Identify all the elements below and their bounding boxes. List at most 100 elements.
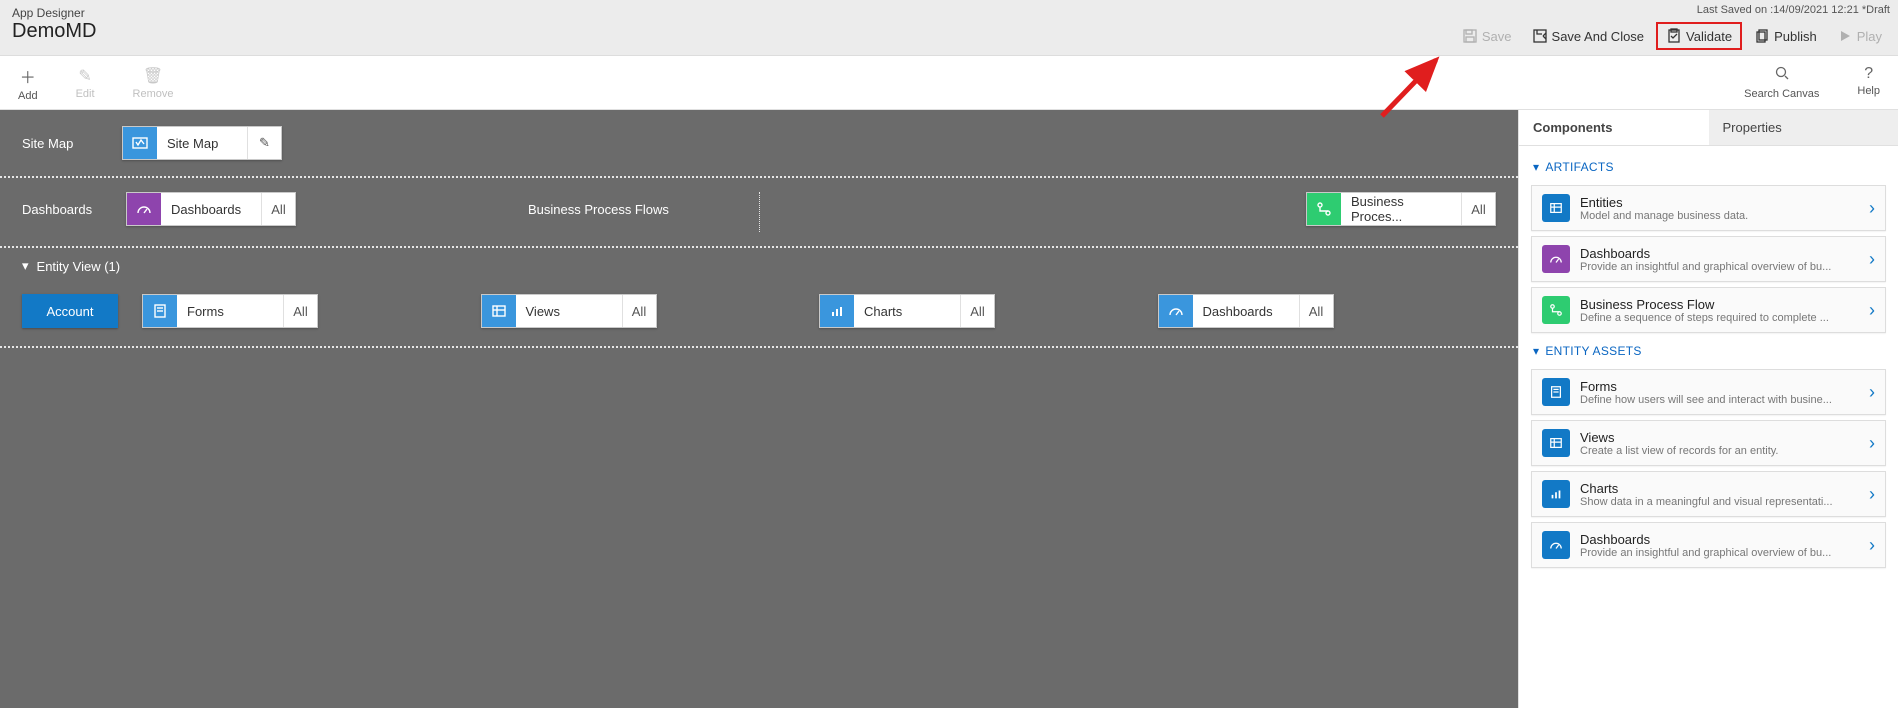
component-item[interactable]: DashboardsProvide an insightful and grap… [1531, 522, 1886, 568]
entity-forms-label: Forms [177, 295, 283, 327]
chevron-down-icon: ▾ [22, 258, 29, 274]
component-title: Entities [1580, 195, 1859, 210]
flow-icon [1307, 193, 1341, 225]
sitemap-edit-icon[interactable]: ✎ [247, 127, 281, 159]
component-desc: Provide an insightful and graphical over… [1580, 261, 1846, 273]
chevron-right-icon: › [1869, 300, 1875, 321]
components-body: ▾ ARTIFACTS EntitiesModel and manage bus… [1519, 146, 1898, 581]
component-item[interactable]: FormsDefine how users will see and inter… [1531, 369, 1886, 415]
component-title: Views [1580, 430, 1859, 445]
component-text: ChartsShow data in a meaningful and visu… [1580, 481, 1859, 508]
entity-charts-card[interactable]: Charts All [819, 294, 995, 328]
gauge-icon [1159, 295, 1193, 327]
validate-icon [1666, 28, 1682, 44]
gauge-icon [127, 193, 161, 225]
entity-views-label: Views [516, 295, 622, 327]
search-label: Search Canvas [1744, 88, 1819, 100]
component-desc: Model and manage business data. [1580, 210, 1846, 222]
dashboards-card[interactable]: Dashboards All [126, 192, 296, 226]
validate-button[interactable]: Validate [1658, 24, 1740, 48]
dashboards-count[interactable]: All [261, 193, 295, 225]
help-button[interactable]: ? Help [1851, 61, 1886, 104]
entity-forms-count[interactable]: All [283, 295, 317, 327]
assets-list: FormsDefine how users will see and inter… [1531, 369, 1886, 568]
edit-label: Edit [76, 88, 95, 100]
header-buttons: Save Save And Close Validate Publish [1454, 22, 1890, 50]
tab-properties[interactable]: Properties [1709, 110, 1898, 145]
search-icon [1774, 65, 1790, 86]
component-desc: Define how users will see and interact w… [1580, 394, 1846, 406]
artifacts-header[interactable]: ▾ ARTIFACTS [1531, 154, 1886, 180]
sitemap-section: Site Map Site Map ✎ [0, 110, 1518, 176]
chevron-down-icon: ▾ [1533, 344, 1539, 358]
pencil-icon: ✎ [78, 66, 91, 86]
last-saved-label: Last Saved on :14/09/2021 12:21 *Draft [1697, 4, 1890, 16]
chevron-right-icon: › [1869, 249, 1875, 270]
bpf-label: Business Process Flows [528, 202, 688, 217]
bpf-card[interactable]: Business Proces... All [1306, 192, 1496, 226]
publish-label: Publish [1774, 29, 1817, 44]
section-divider [759, 192, 760, 232]
add-button[interactable]: ＋ Add [12, 60, 44, 106]
canvas: Site Map Site Map ✎ Dashboards [0, 110, 1518, 708]
search-canvas-button[interactable]: Search Canvas [1738, 61, 1825, 104]
help-icon: ? [1864, 65, 1873, 83]
sitemap-icon [123, 127, 157, 159]
entity-views-count[interactable]: All [622, 295, 656, 327]
dashboards-section: Dashboards Dashboards All Business Proce… [0, 176, 1518, 246]
entity-dashboards-count[interactable]: All [1299, 295, 1333, 327]
artifacts-title: ARTIFACTS [1545, 160, 1614, 174]
component-item[interactable]: ViewsCreate a list view of records for a… [1531, 420, 1886, 466]
flow-icon [1542, 296, 1570, 324]
entity-forms-card[interactable]: Forms All [142, 294, 318, 328]
form-icon [1542, 378, 1570, 406]
main-area: Site Map Site Map ✎ Dashboards [0, 110, 1898, 708]
entity-charts-count[interactable]: All [960, 295, 994, 327]
component-text: DashboardsProvide an insightful and grap… [1580, 246, 1859, 273]
dashboards-label: Dashboards [22, 202, 112, 217]
chevron-right-icon: › [1869, 484, 1875, 505]
add-label: Add [18, 90, 38, 102]
save-icon [1462, 28, 1478, 44]
entity-charts-label: Charts [854, 295, 960, 327]
save-button[interactable]: Save [1454, 24, 1520, 48]
assets-title: ENTITY ASSETS [1545, 344, 1641, 358]
sitemap-label: Site Map [22, 136, 112, 151]
chevron-right-icon: › [1869, 382, 1875, 403]
dashboards-text: Dashboards [161, 193, 261, 225]
component-desc: Show data in a meaningful and visual rep… [1580, 496, 1846, 508]
component-item[interactable]: DashboardsProvide an insightful and grap… [1531, 236, 1886, 282]
entity-view-header[interactable]: ▾ Entity View (1) [0, 248, 1518, 284]
component-item[interactable]: ChartsShow data in a meaningful and visu… [1531, 471, 1886, 517]
remove-button[interactable]: 🗑 Remove [127, 62, 180, 104]
play-label: Play [1857, 29, 1882, 44]
publish-button[interactable]: Publish [1746, 24, 1825, 48]
component-item[interactable]: EntitiesModel and manage business data. › [1531, 185, 1886, 231]
bpf-count[interactable]: All [1461, 193, 1495, 225]
entity-account-button[interactable]: Account [22, 294, 118, 328]
chevron-right-icon: › [1869, 433, 1875, 454]
form-icon [143, 295, 177, 327]
component-text: EntitiesModel and manage business data. [1580, 195, 1859, 222]
play-button[interactable]: Play [1829, 24, 1890, 48]
entity-views-card[interactable]: Views All [481, 294, 657, 328]
entity-dashboards-card[interactable]: Dashboards All [1158, 294, 1334, 328]
gauge-icon [1542, 245, 1570, 273]
sitemap-text: Site Map [157, 127, 247, 159]
tab-components[interactable]: Components [1519, 110, 1709, 145]
sitemap-card[interactable]: Site Map ✎ [122, 126, 282, 160]
help-label: Help [1857, 85, 1880, 97]
app-header: App Designer DemoMD Last Saved on :14/09… [0, 0, 1898, 56]
chevron-right-icon: › [1869, 198, 1875, 219]
artifacts-list: EntitiesModel and manage business data. ›… [1531, 185, 1886, 333]
component-title: Charts [1580, 481, 1859, 496]
assets-header[interactable]: ▾ ENTITY ASSETS [1531, 338, 1886, 364]
edit-button[interactable]: ✎ Edit [70, 62, 101, 104]
save-label: Save [1482, 29, 1512, 44]
component-item[interactable]: Business Process FlowDefine a sequence o… [1531, 287, 1886, 333]
play-icon [1837, 28, 1853, 44]
save-close-icon [1532, 28, 1548, 44]
save-close-button[interactable]: Save And Close [1524, 24, 1653, 48]
chart-icon [1542, 480, 1570, 508]
entity-view-label: Entity View (1) [37, 259, 121, 274]
